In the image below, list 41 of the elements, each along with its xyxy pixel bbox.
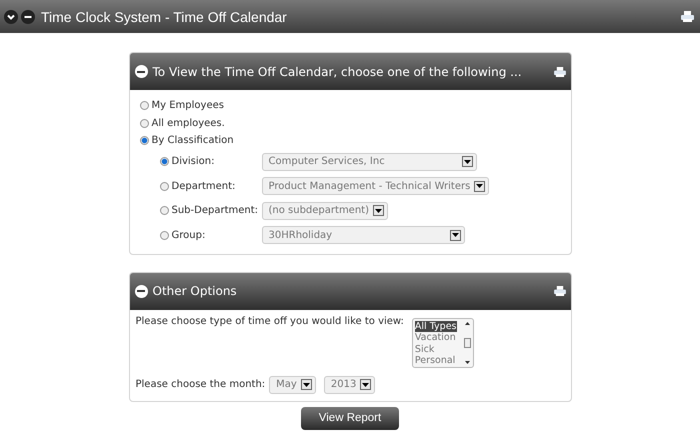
- list-item[interactable]: Sick: [414, 344, 462, 355]
- filter-label: Group:: [172, 230, 206, 241]
- radio-button[interactable]: [140, 101, 148, 110]
- radio-button[interactable]: [160, 182, 168, 191]
- radio-button[interactable]: [140, 136, 148, 146]
- scroll-down-icon[interactable]: [464, 360, 470, 364]
- filter-label: Division:: [172, 156, 216, 168]
- collapse-icon[interactable]: [21, 10, 35, 24]
- radio-button[interactable]: [160, 157, 168, 166]
- scroll-up-icon[interactable]: [464, 322, 470, 324]
- panel-title: To View the Time Off Calendar, choose one of the following ...: [152, 64, 523, 78]
- dropdown[interactable]: Product Management - Technical Writers: [262, 177, 490, 196]
- radio-button[interactable]: [160, 206, 168, 216]
- print-icon[interactable]: [554, 286, 566, 296]
- filter-label: Sub-Department:: [172, 205, 260, 216]
- filter-label: Department:: [172, 180, 236, 192]
- radio-button[interactable]: [140, 118, 148, 128]
- expand-icon[interactable]: [4, 10, 18, 24]
- dropdown[interactable]: Computer Services, Inc: [262, 152, 476, 171]
- scroll-thumb[interactable]: [464, 338, 471, 348]
- print-icon[interactable]: [681, 11, 694, 22]
- print-icon[interactable]: [554, 66, 566, 76]
- year-dropdown[interactable]: 2013: [324, 376, 376, 394]
- radio-label: By Classification: [152, 135, 234, 146]
- list-item[interactable]: Vacation: [414, 332, 462, 344]
- month-dropdown[interactable]: May: [269, 376, 316, 394]
- window-title: Time Clock System - Time Off Calendar: [41, 8, 288, 24]
- view-report-button[interactable]: View Report: [301, 406, 399, 430]
- type-listbox[interactable]: All Types Vacation Sick Personal: [412, 318, 474, 368]
- list-item[interactable]: All Types: [414, 320, 456, 332]
- collapse-icon[interactable]: [134, 65, 148, 78]
- dropdown[interactable]: (no subdepartment): [262, 202, 388, 220]
- radio-button[interactable]: [160, 230, 168, 240]
- type-label: Please choose type of time off you would like to view:: [136, 316, 404, 326]
- radio-label: My Employees: [152, 100, 224, 112]
- radio-label: All employees.: [152, 118, 225, 129]
- list-item[interactable]: Personal: [414, 355, 462, 366]
- collapse-icon[interactable]: [134, 284, 148, 298]
- panel-title: Other Options: [152, 284, 238, 298]
- month-label: Please choose the month:: [136, 379, 266, 390]
- dropdown[interactable]: 30HRholiday: [262, 226, 464, 244]
